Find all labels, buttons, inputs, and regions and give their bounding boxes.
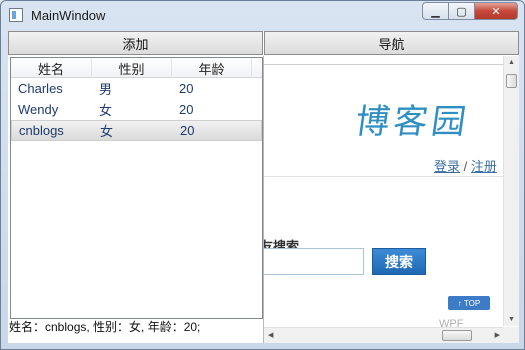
login-separator: /	[463, 159, 468, 174]
client-area: 添加 导航 博客园 登录 / 注册 友搜索 搜索 ↑ TOP WPF ▲ ▼ ◀	[8, 31, 519, 343]
search-button[interactable]: 搜索	[372, 248, 426, 275]
register-link[interactable]: 注册	[471, 159, 497, 174]
scroll-up-icon[interactable]: ▲	[508, 59, 515, 66]
login-links: 登录 / 注册	[434, 156, 497, 175]
cell-name: cnblogs	[19, 123, 64, 138]
header-divider	[264, 176, 504, 177]
navigate-button[interactable]: 导航	[264, 31, 519, 55]
list-row-selected[interactable]: cnblogs 女 20	[11, 120, 262, 141]
web-browser[interactable]: 博客园 登录 / 注册 友搜索 搜索 ↑ TOP WPF ▲ ▼ ◀ ▶	[263, 56, 519, 343]
cell-age: 20	[179, 102, 194, 117]
site-logo[interactable]: 博客园	[353, 94, 474, 143]
app-icon	[9, 8, 23, 22]
login-link[interactable]: 登录	[434, 159, 460, 174]
add-button[interactable]: 添加	[8, 31, 263, 55]
window-title: MainWindow	[31, 7, 106, 23]
scroll-down-icon[interactable]: ▼	[508, 316, 515, 323]
minimize-button[interactable]: ▁	[422, 2, 448, 20]
window-controls: ▁ ▢ ✕	[422, 2, 518, 20]
cell-name: Charles	[18, 81, 63, 96]
scrollbar-corner	[503, 327, 519, 343]
scroll-left-icon[interactable]: ◀	[268, 331, 273, 339]
cell-age: 20	[180, 123, 195, 138]
horizontal-scroll-thumb[interactable]	[442, 330, 472, 341]
column-header-gender[interactable]: 性别	[92, 58, 172, 78]
list-header: 姓名 性别 年龄	[11, 58, 262, 78]
main-window: MainWindow ▁ ▢ ✕ 添加 导航 博客园 登录 / 注册 友搜索 搜…	[0, 0, 525, 350]
close-button[interactable]: ✕	[474, 2, 518, 20]
cell-gender: 女	[100, 124, 114, 139]
list-row[interactable]: Charles 男 20	[11, 78, 262, 99]
title-bar[interactable]: MainWindow ▁ ▢ ✕	[1, 1, 524, 29]
vertical-scrollbar[interactable]: ▲ ▼	[503, 56, 519, 326]
column-header-name[interactable]: 姓名	[11, 58, 92, 78]
cell-gender: 男	[99, 82, 113, 97]
column-header-age[interactable]: 年龄	[172, 58, 252, 78]
person-list[interactable]: 姓名 性别 年龄 Charles 男 20 Wendy 女 20 cnblogs…	[10, 57, 263, 319]
status-text: 姓名：cnblogs, 性别：女, 年龄：20;	[9, 320, 201, 334]
cell-age: 20	[179, 81, 194, 96]
scroll-right-icon[interactable]: ▶	[495, 331, 500, 339]
maximize-button[interactable]: ▢	[448, 2, 474, 20]
cell-gender: 女	[99, 103, 113, 118]
search-input[interactable]	[264, 248, 364, 275]
back-to-top-button[interactable]: ↑ TOP	[448, 296, 490, 310]
horizontal-scrollbar[interactable]: ◀ ▶	[264, 327, 504, 343]
browser-top-divider	[264, 64, 504, 65]
vertical-scroll-thumb[interactable]	[506, 74, 517, 88]
list-row[interactable]: Wendy 女 20	[11, 99, 262, 120]
cell-name: Wendy	[18, 102, 59, 117]
